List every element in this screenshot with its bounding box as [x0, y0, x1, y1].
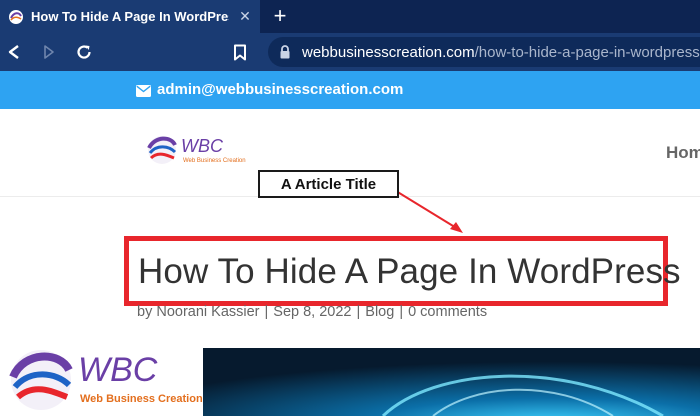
url-text: webbusinesscreation.com/how-to-hide-a-pa…	[302, 44, 700, 61]
post-category[interactable]: Blog	[365, 304, 394, 320]
forward-icon[interactable]	[39, 42, 59, 62]
logo-text: WBC	[78, 351, 158, 389]
topbar-email-link[interactable]: admin@webbusinesscreation.com	[157, 81, 403, 98]
browser-tab-strip: How To Hide A Page In WordPress ✕ +	[0, 0, 700, 33]
post-meta: by Noorani Kassier | Sep 8, 2022 | Blog | 0 co…	[137, 304, 487, 320]
address-bar[interactable]: webbusinesscreation.com/how-to-hide-a-pa…	[268, 37, 700, 67]
watermark-logo: WBC Web Business Creation	[0, 343, 203, 416]
mail-icon	[136, 84, 151, 97]
url-path: /how-to-hide-a-page-in-wordpress	[474, 43, 700, 61]
favicon-icon	[8, 9, 24, 25]
url-domain: webbusinesscreation.com	[302, 43, 475, 61]
logo-swirl-icon	[9, 350, 73, 410]
annotation-callout: A Article Title	[258, 170, 399, 198]
meta-separator: |	[399, 304, 404, 320]
browser-toolbar: webbusinesscreation.com/how-to-hide-a-pa…	[0, 33, 700, 71]
new-tab-button[interactable]: +	[268, 4, 292, 28]
nav-home-link[interactable]: Home	[666, 143, 700, 163]
site-topbar: admin@webbusinesscreation.com	[0, 71, 700, 109]
logo-subtext: Web Business Creation	[183, 158, 246, 164]
post-author[interactable]: by Noorani Kassier	[137, 304, 260, 320]
post-title: How To Hide A Page In WordPress	[138, 252, 681, 291]
bookmark-icon[interactable]	[230, 42, 250, 62]
lock-icon	[278, 44, 292, 60]
browser-tab[interactable]: How To Hide A Page In WordPress ✕	[0, 0, 260, 33]
featured-image	[203, 348, 700, 416]
close-icon[interactable]: ✕	[237, 8, 253, 25]
reload-icon[interactable]	[74, 42, 94, 62]
meta-separator: |	[356, 304, 361, 320]
logo-swirl-icon	[147, 136, 177, 164]
logo-text: WBC	[181, 136, 223, 156]
post-comments[interactable]: 0 comments	[408, 304, 487, 320]
logo-subtext: Web Business Creation	[80, 393, 203, 405]
post-date: Sep 8, 2022	[273, 304, 352, 320]
tab-title: How To Hide A Page In WordPress	[31, 9, 229, 24]
meta-separator: |	[264, 304, 269, 320]
site-logo[interactable]: WBC Web Business Creation	[145, 133, 257, 169]
back-icon[interactable]	[4, 42, 24, 62]
